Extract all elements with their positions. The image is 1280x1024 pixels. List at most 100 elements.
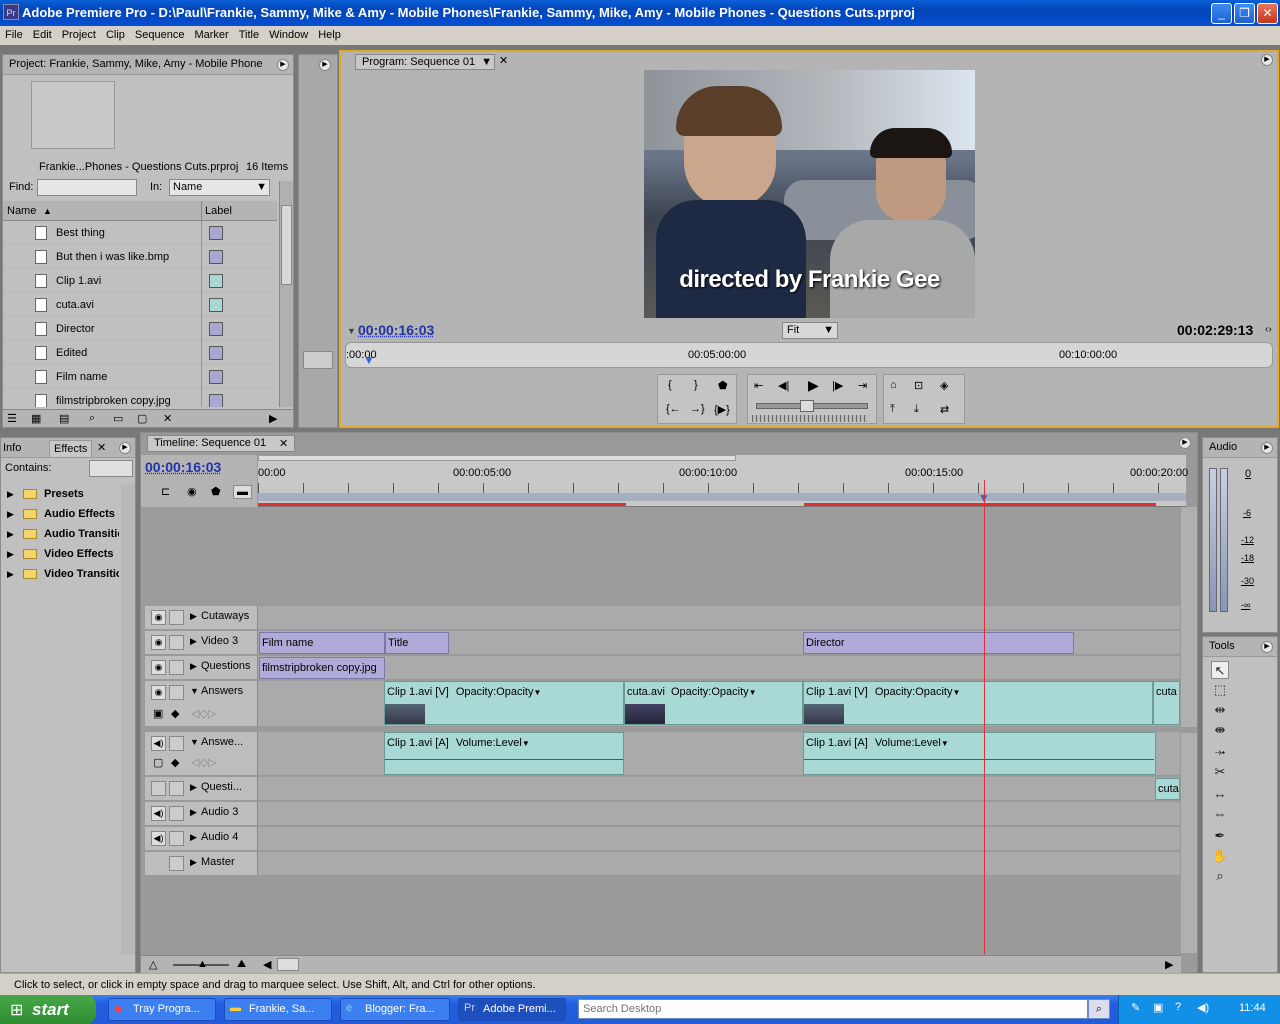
menu-title[interactable]: Title <box>234 26 264 45</box>
close-tab-icon[interactable]: ✕ <box>97 438 106 458</box>
pen-tool-icon[interactable]: ✒ <box>1211 827 1229 845</box>
display-style-icon[interactable]: ▢ <box>153 756 163 769</box>
network-tray-icon[interactable]: ▣ <box>1153 1001 1163 1014</box>
label-color-swatch[interactable] <box>209 226 223 240</box>
lock-toggle[interactable] <box>169 635 184 650</box>
tab-effects[interactable]: Effects <box>49 440 93 458</box>
expand-triangle-icon[interactable]: ▶ <box>190 832 197 843</box>
speaker-icon[interactable]: ◀) <box>151 831 166 846</box>
panel-menu-icon[interactable]: ▶ <box>119 442 131 454</box>
label-color-swatch[interactable] <box>209 274 223 288</box>
panel-menu-icon[interactable]: ▶ <box>1261 442 1273 454</box>
icon-view-icon[interactable]: ▦ <box>31 412 41 425</box>
eye-icon[interactable]: ◉ <box>151 660 166 675</box>
volume-dropdown[interactable]: Volume:Level <box>875 737 941 749</box>
expand-triangle-icon[interactable]: ▶ <box>7 504 14 524</box>
zoom-handle-icon[interactable]: ▲ <box>197 958 208 970</box>
eye-icon[interactable]: ◉ <box>151 610 166 625</box>
playhead-icon[interactable]: ▼ <box>363 353 375 367</box>
tab-info[interactable]: Info <box>3 438 21 458</box>
in-select[interactable]: Name ▼ <box>169 179 270 196</box>
razor-tool-icon[interactable]: ✂ <box>1211 763 1229 781</box>
menu-edit[interactable]: Edit <box>28 26 57 45</box>
effects-scrollbar[interactable] <box>121 484 135 954</box>
find-input[interactable] <box>37 179 137 196</box>
panel-menu-icon[interactable]: ▶ <box>1179 437 1191 449</box>
keyframe-icon[interactable]: ◆ <box>171 756 179 769</box>
mark-in-icon[interactable]: { <box>668 379 672 391</box>
clip-cuta-audio[interactable]: cuta <box>1155 778 1180 800</box>
expand-triangle-icon[interactable]: ▶ <box>190 661 197 672</box>
project-list-item[interactable]: Film name <box>3 365 275 389</box>
effects-folder[interactable]: ▶ Audio Effects <box>1 504 119 524</box>
effects-folder[interactable]: ▶ Video Transitions <box>1 564 119 584</box>
timeline-current-time[interactable]: 00:00:16:03 <box>145 459 221 475</box>
label-color-swatch[interactable] <box>209 250 223 264</box>
lock-toggle[interactable] <box>169 781 184 796</box>
clip-director[interactable]: Director <box>803 632 1074 654</box>
label-color-swatch[interactable] <box>209 370 223 384</box>
selection-tool-icon[interactable]: ↖ <box>1211 661 1229 679</box>
project-list-item[interactable]: Best thing <box>3 221 275 245</box>
project-list-item[interactable]: But then i was like.bmp <box>3 245 275 269</box>
opacity-dropdown[interactable]: Opacity:Opacity <box>456 686 534 698</box>
taskbar-button-blogger[interactable]: Blogger: Fra... <box>340 998 450 1021</box>
label-color-swatch[interactable] <box>209 322 223 336</box>
speaker-icon[interactable]: ◀) <box>151 806 166 821</box>
next-edit-icon[interactable]: ⇥ <box>858 379 867 392</box>
keyframe-nav-icon[interactable]: ◁◇▷ <box>191 756 216 769</box>
lock-toggle[interactable] <box>169 736 184 751</box>
lift-icon[interactable]: ⤒ <box>890 403 895 416</box>
extract-icon[interactable]: ⤓ <box>914 403 919 416</box>
horizontal-scroll-thumb[interactable] <box>277 958 299 971</box>
expand-triangle-icon[interactable]: ▶ <box>7 544 14 564</box>
zoom-in-icon[interactable]: ⛰ <box>237 958 246 971</box>
volume-dropdown[interactable]: Volume:Level <box>456 737 522 749</box>
close-tab-icon[interactable]: ✕ <box>499 54 508 67</box>
video-tracks-scrollbar[interactable] <box>1181 507 1197 727</box>
expand-triangle-icon[interactable]: ▶ <box>190 857 197 868</box>
keyframe-icon[interactable]: ◆ <box>171 707 179 720</box>
safe-margins-icon[interactable]: ⊡ <box>914 379 923 392</box>
project-tab[interactable]: Project: Frankie, Sammy, Mike, Amy - Mob… <box>3 55 293 75</box>
menu-sequence[interactable]: Sequence <box>130 26 190 45</box>
track-height-icon[interactable]: ▬ <box>233 485 252 499</box>
help-tray-icon[interactable]: ? <box>1175 1001 1181 1013</box>
menu-clip[interactable]: Clip <box>101 26 130 45</box>
label-column-header[interactable]: Label <box>205 201 232 221</box>
set-marker-icon[interactable]: ⬟ <box>718 379 728 392</box>
clip-cuta-2[interactable]: cuta <box>1153 681 1180 725</box>
label-color-swatch[interactable] <box>209 394 223 407</box>
program-current-time[interactable]: 00:00:16:03 <box>358 322 434 338</box>
opacity-dropdown[interactable]: Opacity:Opacity <box>875 686 953 698</box>
project-list-item[interactable]: Clip 1.avi <box>3 269 275 293</box>
step-back-icon[interactable]: ◀| <box>778 379 789 392</box>
slide-tool-icon[interactable]: ⇔ <box>1211 805 1229 823</box>
name-column-header[interactable]: Name <box>7 201 36 221</box>
lock-toggle[interactable] <box>169 856 184 871</box>
previous-edit-icon[interactable]: ⇤ <box>754 379 763 392</box>
clear-icon[interactable]: ✕ <box>163 412 172 425</box>
panel-menu-icon[interactable]: ▶ <box>319 59 331 71</box>
lock-toggle[interactable] <box>169 610 184 625</box>
panel-menu-icon[interactable]: ▶ <box>1261 641 1273 653</box>
scroll-left-icon[interactable]: ◀ <box>263 958 271 971</box>
scroll-right-icon[interactable]: ▶ <box>269 412 277 425</box>
project-list-item[interactable]: Director <box>3 317 275 341</box>
display-style-icon[interactable]: ▣ <box>153 707 163 720</box>
clip-clip1-video[interactable]: Clip 1.avi [V] Opacity:Opacity▼ <box>384 681 624 725</box>
expand-triangle-icon[interactable]: ▶ <box>7 484 14 504</box>
lock-toggle[interactable] <box>169 806 184 821</box>
label-color-swatch[interactable] <box>209 346 223 360</box>
expand-triangle-icon[interactable]: ▶ <box>190 782 197 793</box>
clip-title[interactable]: Title <box>385 632 449 654</box>
encore-marker-icon[interactable]: ⬟ <box>211 485 221 498</box>
slip-tool-icon[interactable]: ↔ <box>1211 785 1229 803</box>
scroll-right-icon[interactable]: ▶ <box>1165 958 1173 971</box>
minimize-button[interactable]: _ <box>1211 3 1232 24</box>
lock-toggle[interactable] <box>169 685 184 700</box>
project-scrollbar[interactable] <box>279 181 293 407</box>
pen-tray-icon[interactable]: ✎ <box>1131 1001 1140 1014</box>
work-area-bar[interactable] <box>258 493 1186 501</box>
rolling-edit-tool-icon[interactable]: ⇼ <box>1211 721 1229 739</box>
